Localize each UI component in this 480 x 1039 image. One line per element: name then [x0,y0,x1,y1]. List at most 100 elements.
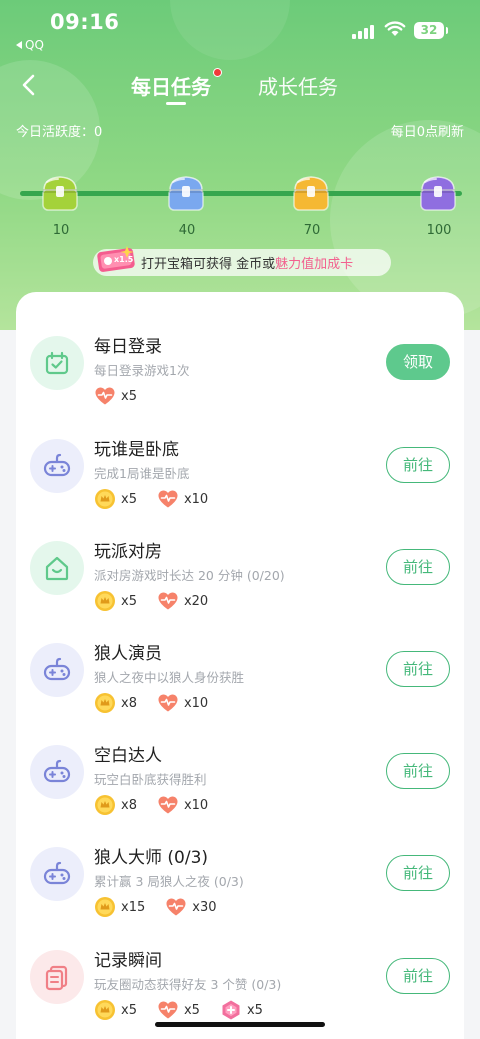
gamepad-icon [43,861,71,885]
task-icon-badge [30,439,84,493]
task-icon-badge [30,847,84,901]
tab-daily-tasks[interactable]: 每日任务 [131,71,211,100]
task-item: 空白达人玩空白卧底获得胜利 x8 x10 前往 [16,735,464,838]
status-bar: 09:16 QQ 32 [0,0,480,56]
home-indicator[interactable] [155,1022,325,1027]
go-button[interactable]: 前往 [386,549,450,585]
task-title: 玩派对房 [94,542,162,562]
reward-count: x5 [121,593,137,609]
top-nav: 每日任务 成长任务 [0,60,480,110]
status-time: 09:16 [50,10,120,34]
go-button[interactable]: 前往 [386,447,450,483]
reward-heart: x20 [157,590,208,612]
back-triangle-icon [16,41,22,49]
milestone-label: 100 [426,223,452,238]
chest-icon[interactable] [38,172,82,214]
reward-count: x5 [246,1002,263,1018]
activity-score: 今日活跃度：0 [16,125,103,140]
task-title: 空白达人 [94,746,162,766]
reward-coin: x8 [94,794,137,816]
coin-icon [95,897,115,917]
tab-notification-dot [213,68,222,77]
reward-coin: x5 [94,488,137,510]
document-icon [45,965,68,991]
reward-count: x8 [121,797,137,813]
reward-heart: x10 [157,692,208,714]
task-item: 玩派对房派对房游戏时长达 20 分钟 (0/20) x5 x20 前往 [16,531,464,634]
milestone-label: 10 [52,223,70,238]
coin-icon [95,693,115,713]
coin-icon [95,1000,115,1020]
task-icon-badge [30,541,84,595]
milestone-label: 70 [303,223,321,238]
coin-icon [95,591,115,611]
reward-coin: x8 [94,692,137,714]
go-button[interactable]: 前往 [386,958,450,994]
coin-icon [95,489,115,509]
chevron-left-icon[interactable] [16,70,44,100]
task-rewards: x5 [94,384,157,408]
heart-icon [158,490,178,508]
reward-coin: x5 [94,999,137,1021]
calendar-icon [45,351,69,375]
wifi-icon [384,21,406,36]
bonus-card-icon: x1.5 [97,246,135,272]
task-rewards: x5 x5 x5 [94,998,283,1022]
task-description: 玩空白卧底获得胜利 [94,772,207,787]
milestone-label: 40 [178,223,196,238]
signal-icon [352,25,374,39]
reward-count: x30 [192,899,217,915]
chest-icon[interactable] [164,172,208,214]
task-description: 狼人之夜中以狼人身份获胜 [94,670,245,685]
task-rewards: x8 x10 [94,691,228,715]
activity-progress-bar [20,191,462,196]
promo-text: 打开宝箱可获得 金币或 [141,257,276,272]
reward-coin: x5 [94,590,137,612]
heart-icon [158,592,178,610]
reward-count: x20 [183,593,209,609]
back-app-label: QQ [25,38,44,52]
reward-heart: x5 [157,999,200,1021]
reward-coin: x15 [94,896,145,918]
gamepad-icon [43,657,71,681]
reward-heart: x30 [165,896,217,918]
task-item: 狼人演员 狼人之夜中以狼人身份获胜 x8 x10 前往 [16,633,464,736]
reward-count: x5 [121,1002,137,1018]
promo-highlight: 魅力值加成卡 [275,257,354,272]
tab-growth-tasks[interactable]: 成长任务 [258,71,338,100]
heart-icon [158,796,178,814]
reward-gem: x5 [220,999,263,1021]
refresh-note: 每日0点刷新 [390,125,464,140]
gamepad-icon [43,759,71,783]
go-button[interactable]: 前往 [386,753,450,789]
tab-active-indicator [166,102,186,105]
task-icon-badge [30,950,84,1004]
task-item: 玩谁是卧底 完成1局谁是卧底 x5 x10 前往 [16,429,464,532]
reward-count: x5 [183,1002,200,1018]
task-list: 每日登录 每日登录游戏1次 x5 领取 玩谁是卧底 完成1局谁是卧底 x5 x10 前往 玩派… [16,292,464,1039]
reward-count: x15 [121,899,146,915]
go-button[interactable]: 前往 [386,855,450,891]
back-to-app[interactable]: QQ [16,38,44,52]
chest-icon[interactable] [289,172,333,214]
go-button[interactable]: 前往 [386,651,450,687]
task-description: 玩友圈动态获得好友 3 个赞 (0/3) [94,977,282,992]
task-description: 派对房游戏时长达 20 分钟 (0/20) [94,568,285,583]
task-item: 每日登录 每日登录游戏1次 x5 领取 [16,326,464,429]
reward-count: x5 [121,491,137,507]
task-title: 玩谁是卧底 [94,440,179,460]
heart-icon [158,694,178,712]
claim-button[interactable]: 领取 [386,344,450,380]
task-title: 每日登录 [94,337,162,357]
task-rewards: x5 x10 [94,487,228,511]
gem-icon [222,1000,240,1020]
bonus-card-text: x1.5 [114,255,134,264]
heart-icon [166,898,186,916]
house-icon [45,556,69,581]
chest-icon[interactable] [416,172,460,214]
task-icon-badge [30,745,84,799]
coin-icon [95,795,115,815]
task-title: 狼人大师 (0/3) [94,848,209,868]
heart-icon [158,1001,178,1019]
reward-count: x10 [183,797,209,813]
